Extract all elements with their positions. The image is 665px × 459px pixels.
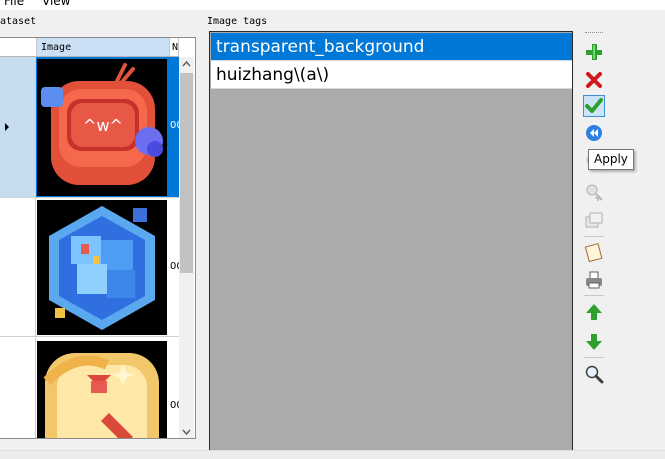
print-icon xyxy=(586,271,602,289)
scroll-down-icon[interactable] xyxy=(179,425,194,439)
column-header-next[interactable]: N xyxy=(170,38,179,57)
apply-icon xyxy=(585,98,603,113)
thumbnail-image: ^ᴡ^ xyxy=(37,59,167,196)
add-icon xyxy=(586,44,602,60)
menu-file[interactable]: File xyxy=(4,0,24,8)
current-row-icon xyxy=(5,123,9,131)
table-row[interactable]: 00 xyxy=(0,198,183,337)
toolbar-separator xyxy=(584,295,604,296)
search-button[interactable] xyxy=(583,181,605,203)
apply-button[interactable] xyxy=(583,95,605,117)
scroll-up-icon[interactable] xyxy=(179,57,194,71)
toolbar-separator xyxy=(584,236,604,237)
vertical-scrollbar[interactable] xyxy=(179,57,194,439)
delete-icon xyxy=(586,72,602,88)
menu-bar: File View xyxy=(0,0,665,10)
zoom-button[interactable] xyxy=(583,363,605,385)
tag-toolbar xyxy=(582,29,606,389)
rewind-icon xyxy=(586,125,602,141)
row-header[interactable] xyxy=(0,337,36,438)
delete-tag-button[interactable] xyxy=(583,69,605,91)
copy-icon xyxy=(585,212,603,228)
menu-view[interactable]: View xyxy=(42,0,70,8)
row-header[interactable] xyxy=(0,198,36,336)
thumbnail-image xyxy=(37,200,167,335)
search-add-icon xyxy=(586,184,603,201)
dataset-grid[interactable]: Image N ^ᴡ^ 00 00 00 xyxy=(0,37,196,439)
table-row[interactable]: 00 xyxy=(0,337,183,438)
copy-button[interactable] xyxy=(583,210,605,232)
arrow-down-icon xyxy=(586,334,602,350)
arrow-up-icon xyxy=(586,304,602,320)
image-tags-label: Image tags xyxy=(207,16,268,27)
column-header-image[interactable]: Image xyxy=(37,38,170,57)
image-tags-list[interactable]: transparent_background huizhang\(a\) xyxy=(209,31,573,451)
apply-tooltip: Apply xyxy=(588,149,634,170)
rewind-button[interactable] xyxy=(583,122,605,144)
magnifier-icon xyxy=(585,365,604,384)
thumbnail-image xyxy=(37,341,167,438)
paste-icon xyxy=(584,243,603,263)
svg-text:^ᴡ^: ^ᴡ^ xyxy=(83,116,123,135)
tag-item[interactable]: huizhang\(a\) xyxy=(211,61,572,89)
dataset-label: ataset xyxy=(0,16,37,27)
toolbar-separator xyxy=(584,357,604,358)
move-up-button[interactable] xyxy=(583,301,605,323)
paste-button[interactable] xyxy=(583,241,605,263)
print-button[interactable] xyxy=(583,269,605,291)
row-header[interactable] xyxy=(0,57,36,197)
table-row[interactable]: ^ᴡ^ 00 xyxy=(0,57,183,198)
vertical-scroll-thumb[interactable] xyxy=(180,73,193,273)
add-tag-button[interactable] xyxy=(583,41,605,63)
move-down-button[interactable] xyxy=(583,331,605,353)
tag-item[interactable]: transparent_background xyxy=(211,33,572,61)
row-header-column xyxy=(0,38,37,57)
toolbar-grip[interactable] xyxy=(585,32,603,33)
